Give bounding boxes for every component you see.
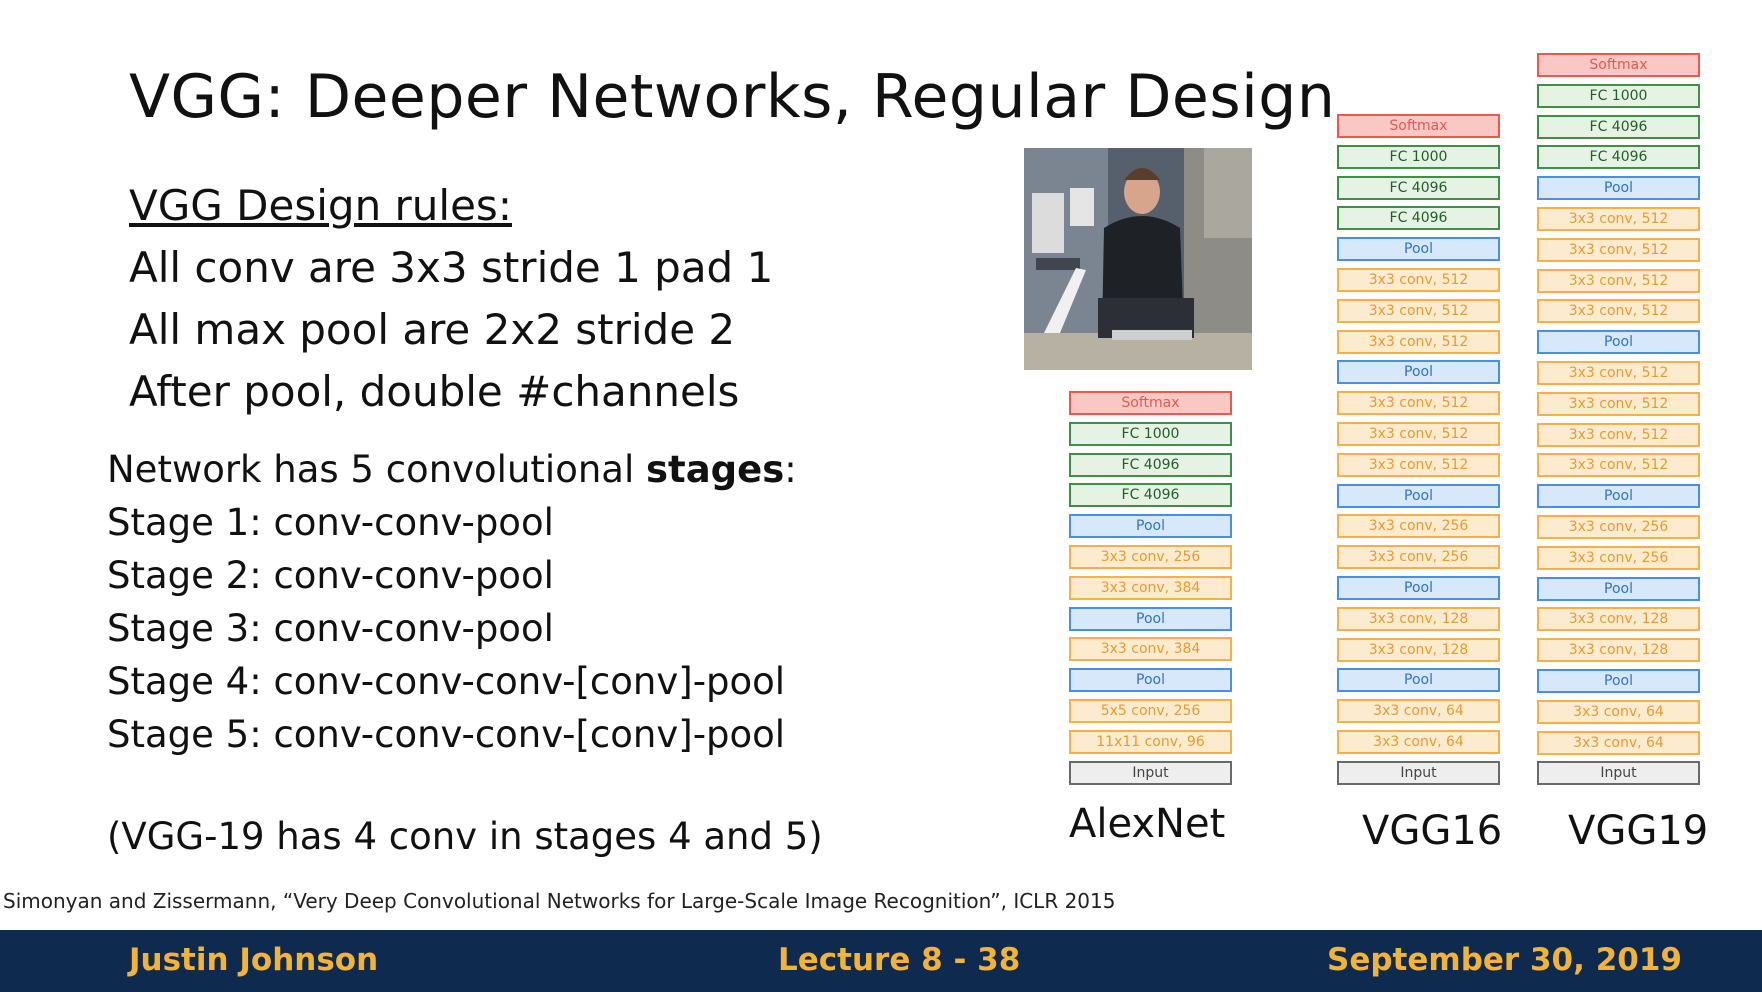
conv-layer: 3x3 conv, 512 (1337, 453, 1500, 477)
input-layer: Input (1337, 761, 1500, 785)
softmax-layer: Softmax (1537, 53, 1700, 77)
conv-layer: 3x3 conv, 512 (1337, 268, 1500, 292)
alexnet-label: AlexNet (1069, 801, 1226, 847)
fc-layer: FC 4096 (1537, 115, 1700, 139)
stage-item: Stage 1: conv-conv-pool (107, 501, 554, 544)
conv-layer: 3x3 conv, 512 (1537, 207, 1700, 231)
footer-date: September 30, 2019 (1327, 942, 1682, 978)
vgg19-note: (VGG-19 has 4 conv in stages 4 and 5) (107, 815, 823, 858)
conv-layer: 3x3 conv, 128 (1537, 607, 1700, 631)
pool-layer: Pool (1337, 360, 1500, 384)
pool-layer: Pool (1337, 668, 1500, 692)
conv-layer: 3x3 conv, 512 (1337, 422, 1500, 446)
conv-layer: 3x3 conv, 512 (1337, 299, 1500, 323)
pool-layer: Pool (1537, 669, 1700, 693)
conv-layer: 3x3 conv, 512 (1537, 453, 1700, 477)
softmax-layer: Softmax (1069, 391, 1232, 415)
conv-layer: 3x3 conv, 512 (1537, 299, 1700, 323)
stages-list: Network has 5 convolutional stages: Stag… (107, 443, 797, 761)
conv-layer: 3x3 conv, 256 (1537, 546, 1700, 570)
conv-layer: 3x3 conv, 256 (1537, 515, 1700, 539)
fc-layer: FC 4096 (1337, 206, 1500, 230)
softmax-layer: Softmax (1337, 114, 1500, 138)
stage-item: Stage 3: conv-conv-pool (107, 607, 554, 650)
conv-layer: 3x3 conv, 256 (1337, 545, 1500, 569)
conv-layer: 3x3 conv, 128 (1337, 607, 1500, 631)
pool-layer: Pool (1537, 577, 1700, 601)
conv-layer: 3x3 conv, 512 (1537, 423, 1700, 447)
conv-layer: 3x3 conv, 512 (1537, 392, 1700, 416)
footer-bar: Justin Johnson Lecture 8 - 38 September … (0, 930, 1762, 992)
pool-layer: Pool (1337, 576, 1500, 600)
design-rule-item: All max pool are 2x2 stride 2 (129, 305, 736, 354)
stage-item: Stage 5: conv-conv-conv-[conv]-pool (107, 713, 786, 756)
pool-layer: Pool (1069, 607, 1232, 631)
stages-intro-text: Network has 5 convolutional (107, 448, 646, 491)
design-rules-heading: VGG Design rules: (129, 181, 512, 230)
citation: Simonyan and Zissermann, “Very Deep Conv… (3, 889, 1116, 913)
stage-item: Stage 4: conv-conv-conv-[conv]-pool (107, 660, 786, 703)
conv-layer: 3x3 conv, 64 (1337, 699, 1500, 723)
input-layer: Input (1069, 761, 1232, 785)
stages-intro: Network has 5 convolutional stages: (107, 443, 797, 496)
conv-layer: 3x3 conv, 128 (1537, 638, 1700, 662)
conv-layer: 3x3 conv, 384 (1069, 637, 1232, 661)
conv-layer: 5x5 conv, 256 (1069, 699, 1232, 723)
footer-author: Justin Johnson (129, 942, 379, 978)
speaker-video-thumbnail (1024, 148, 1252, 370)
conv-layer: 11x11 conv, 96 (1069, 730, 1232, 754)
fc-layer: FC 4096 (1069, 483, 1232, 507)
design-rule-item: After pool, double #channels (129, 367, 740, 416)
conv-layer: 3x3 conv, 512 (1337, 330, 1500, 354)
stage-item: Stage 2: conv-conv-pool (107, 554, 554, 597)
conv-layer: 3x3 conv, 384 (1069, 576, 1232, 600)
conv-layer: 3x3 conv, 512 (1537, 238, 1700, 262)
design-rule-item: All conv are 3x3 stride 1 pad 1 (129, 243, 774, 292)
pool-layer: Pool (1069, 668, 1232, 692)
pool-layer: Pool (1337, 484, 1500, 508)
pool-layer: Pool (1537, 176, 1700, 200)
fc-layer: FC 1000 (1337, 145, 1500, 169)
stages-intro-colon: : (784, 448, 797, 491)
conv-layer: 3x3 conv, 256 (1337, 514, 1500, 538)
conv-layer: 3x3 conv, 64 (1337, 730, 1500, 754)
vgg19-label: VGG19 (1568, 808, 1709, 854)
conv-layer: 3x3 conv, 512 (1537, 361, 1700, 385)
conv-layer: 3x3 conv, 512 (1537, 269, 1700, 293)
conv-layer: 3x3 conv, 64 (1537, 731, 1700, 755)
stages-intro-bold: stages (646, 448, 785, 491)
speaker-video-image (1024, 148, 1252, 370)
conv-layer: 3x3 conv, 64 (1537, 700, 1700, 724)
pool-layer: Pool (1069, 514, 1232, 538)
fc-layer: FC 4096 (1337, 176, 1500, 200)
fc-layer: FC 4096 (1537, 145, 1700, 169)
conv-layer: 3x3 conv, 256 (1069, 545, 1232, 569)
fc-layer: FC 1000 (1537, 84, 1700, 108)
pool-layer: Pool (1537, 330, 1700, 354)
design-rules: VGG Design rules: All conv are 3x3 strid… (129, 175, 773, 423)
fc-layer: FC 4096 (1069, 453, 1232, 477)
input-layer: Input (1537, 761, 1700, 785)
conv-layer: 3x3 conv, 128 (1337, 638, 1500, 662)
vgg16-label: VGG16 (1362, 808, 1503, 854)
pool-layer: Pool (1337, 237, 1500, 261)
conv-layer: 3x3 conv, 512 (1337, 391, 1500, 415)
pool-layer: Pool (1537, 484, 1700, 508)
footer-lecture: Lecture 8 - 38 (778, 942, 1021, 978)
slide-title: VGG: Deeper Networks, Regular Design (129, 62, 1336, 132)
fc-layer: FC 1000 (1069, 422, 1232, 446)
